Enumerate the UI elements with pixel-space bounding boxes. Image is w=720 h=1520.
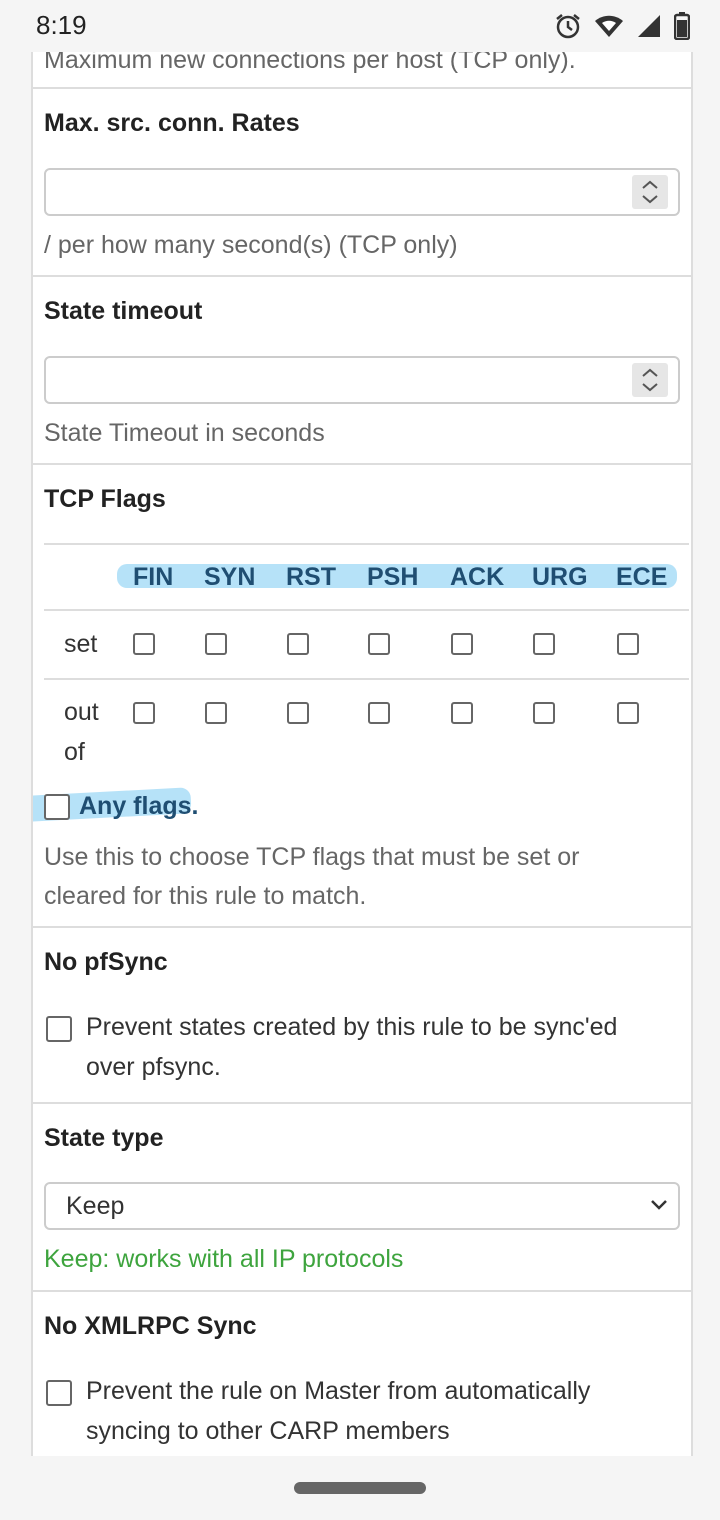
outof-urg-checkbox[interactable] — [533, 702, 555, 724]
set-fin-checkbox[interactable] — [133, 633, 155, 655]
any-flags-label: Any flags. — [79, 792, 199, 820]
row-label-out: out — [64, 698, 99, 726]
no-xmlrpc-sync-checkbox[interactable] — [46, 1380, 72, 1406]
tcp-flags-help-line1: Use this to choose TCP flags that must b… — [44, 843, 580, 871]
outof-ece-checkbox[interactable] — [617, 702, 639, 724]
chevron-down-icon — [651, 1200, 667, 1210]
set-ack-checkbox[interactable] — [451, 633, 473, 655]
row-label-of: of — [64, 738, 85, 766]
max-src-conn-rates-input[interactable] — [44, 168, 680, 216]
state-type-label: State type — [44, 1124, 164, 1152]
flag-header-syn: SYN — [204, 563, 256, 591]
divider — [44, 609, 689, 611]
outof-ack-checkbox[interactable] — [451, 702, 473, 724]
divider — [33, 87, 691, 89]
no-xmlrpc-option-line2: syncing to other CARP members — [86, 1417, 450, 1445]
divider — [44, 678, 689, 680]
number-spinner[interactable] — [632, 363, 668, 397]
status-bar: 8:19 — [0, 0, 720, 52]
no-pfsync-checkbox[interactable] — [46, 1016, 72, 1042]
state-timeout-help: State Timeout in seconds — [44, 419, 325, 447]
divider — [33, 926, 691, 928]
set-ece-checkbox[interactable] — [617, 633, 639, 655]
max-src-conn-rates-help: / per how many second(s) (TCP only) — [44, 231, 458, 259]
system-nav-bar — [0, 1456, 720, 1520]
wifi-icon — [594, 13, 624, 39]
max-conn-help-text: Maximum new connections per host (TCP on… — [44, 52, 576, 74]
divider — [33, 1102, 691, 1104]
state-type-selected-value: Keep — [66, 1192, 125, 1220]
number-spinner[interactable] — [632, 175, 668, 209]
flag-header-urg: URG — [532, 563, 588, 591]
state-type-select[interactable]: Keep — [44, 1182, 680, 1230]
spinner-arrows-icon — [642, 180, 658, 204]
flag-header-ack: ACK — [450, 563, 505, 591]
no-pfsync-label: No pfSync — [44, 948, 168, 976]
set-syn-checkbox[interactable] — [205, 633, 227, 655]
flag-header-fin: FIN — [133, 563, 174, 591]
divider — [33, 463, 691, 465]
outof-psh-checkbox[interactable] — [368, 702, 390, 724]
row-label-set: set — [64, 630, 98, 658]
set-urg-checkbox[interactable] — [533, 633, 555, 655]
outof-syn-checkbox[interactable] — [205, 702, 227, 724]
flag-header-rst: RST — [286, 563, 336, 591]
set-psh-checkbox[interactable] — [368, 633, 390, 655]
flag-header-ece: ECE — [616, 563, 668, 591]
tcp-flags-label: TCP Flags — [44, 485, 166, 513]
state-timeout-label: State timeout — [44, 297, 203, 325]
battery-icon — [674, 12, 690, 40]
state-type-help: Keep: works with all IP protocols — [44, 1245, 404, 1273]
set-rst-checkbox[interactable] — [287, 633, 309, 655]
spinner-arrows-icon — [642, 368, 658, 392]
advanced-options-panel: Maximum new connections per host (TCP on… — [31, 52, 693, 1456]
no-xmlrpc-option-line1: Prevent the rule on Master from automati… — [86, 1377, 591, 1405]
no-xmlrpc-sync-label: No XMLRPC Sync — [44, 1312, 257, 1340]
no-pfsync-option-line2: over pfsync. — [86, 1053, 221, 1081]
any-flags-checkbox[interactable] — [44, 794, 70, 820]
status-icons — [554, 12, 690, 40]
home-gesture-handle[interactable] — [294, 1482, 426, 1494]
signal-icon — [636, 13, 662, 39]
flag-header-psh: PSH — [367, 563, 419, 591]
divider — [33, 1290, 691, 1292]
divider — [44, 543, 689, 545]
state-timeout-input[interactable] — [44, 356, 680, 404]
divider — [33, 275, 691, 277]
alarm-icon — [554, 12, 582, 40]
status-time: 8:19 — [36, 10, 87, 40]
tcp-flags-help-line2: cleared for this rule to match. — [44, 882, 367, 910]
max-src-conn-rates-label: Max. src. conn. Rates — [44, 109, 300, 137]
outof-rst-checkbox[interactable] — [287, 702, 309, 724]
no-pfsync-option-line1: Prevent states created by this rule to b… — [86, 1013, 618, 1041]
outof-fin-checkbox[interactable] — [133, 702, 155, 724]
